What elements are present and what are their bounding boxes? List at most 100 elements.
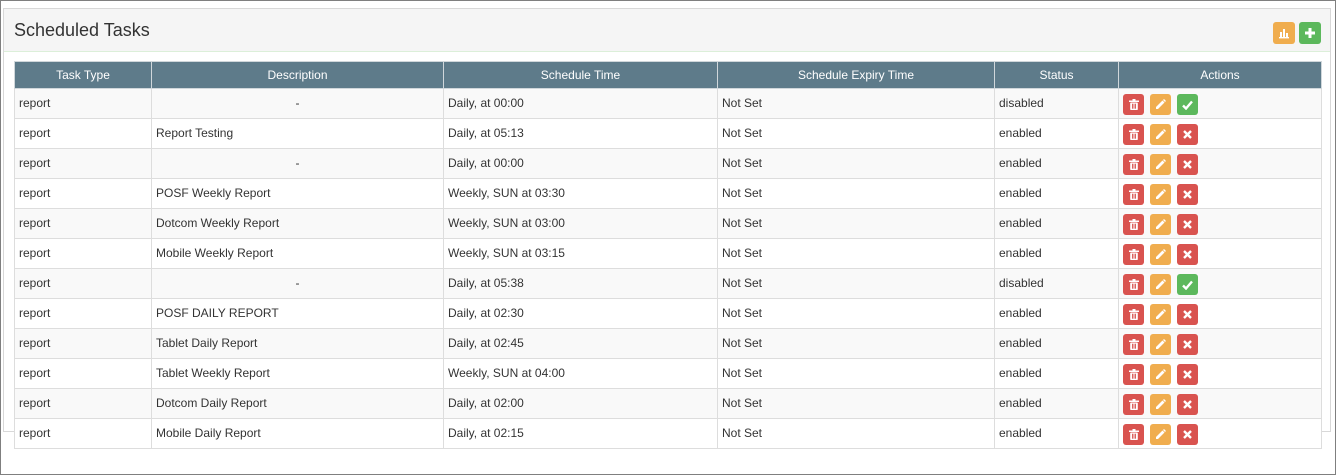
cell-actions [1118, 178, 1322, 209]
column-header-status[interactable]: Status [994, 61, 1119, 89]
cell-task-type: report [14, 328, 152, 359]
cell-description: Tablet Weekly Report [151, 358, 444, 389]
disable-task-button[interactable] [1177, 184, 1198, 205]
delete-task-button[interactable] [1123, 274, 1144, 295]
delete-task-button[interactable] [1123, 244, 1144, 265]
trash-icon [1128, 159, 1139, 170]
cell-schedule-expiry: Not Set [717, 238, 995, 269]
check-icon [1182, 280, 1193, 290]
edit-task-button[interactable] [1150, 154, 1171, 175]
delete-task-button[interactable] [1123, 124, 1144, 145]
x-icon [1183, 430, 1192, 439]
delete-task-button[interactable] [1123, 394, 1144, 415]
enable-task-button[interactable] [1177, 94, 1198, 115]
x-icon [1183, 340, 1192, 349]
cell-schedule-expiry: Not Set [717, 328, 995, 359]
cell-schedule-expiry: Not Set [717, 178, 995, 209]
disable-task-button[interactable] [1177, 214, 1198, 235]
edit-task-button[interactable] [1150, 394, 1171, 415]
delete-task-button[interactable] [1123, 334, 1144, 355]
cell-status: enabled [994, 238, 1119, 269]
trash-icon [1128, 369, 1139, 380]
table-body: report - Daily, at 00:00 Not Set disabled rep… [14, 88, 1322, 449]
cell-status: enabled [994, 178, 1119, 209]
disable-task-button[interactable] [1177, 124, 1198, 145]
delete-task-button[interactable] [1123, 364, 1144, 385]
tasks-table: Task Type Description Schedule Time Sche… [14, 61, 1322, 449]
cell-task-type: report [14, 298, 152, 329]
table-row: report - Daily, at 05:38 Not Set disabled [14, 268, 1322, 299]
table-row: report Dotcom Daily Report Daily, at 02:00… [14, 388, 1322, 419]
delete-task-button[interactable] [1123, 184, 1144, 205]
table-row: report - Daily, at 00:00 Not Set disabled [14, 88, 1322, 119]
trash-icon [1128, 279, 1139, 290]
cell-schedule-time: Weekly, SUN at 03:30 [443, 178, 718, 209]
cell-actions [1118, 118, 1322, 149]
cell-task-type: report [14, 358, 152, 389]
cell-actions [1118, 238, 1322, 269]
table-row: report Tablet Daily Report Daily, at 02:45… [14, 328, 1322, 359]
pencil-icon [1156, 249, 1166, 259]
delete-task-button[interactable] [1123, 94, 1144, 115]
cell-task-type: report [14, 118, 152, 149]
edit-task-button[interactable] [1150, 304, 1171, 325]
column-header-schedule-expiry-time[interactable]: Schedule Expiry Time [717, 61, 995, 89]
trash-icon [1128, 189, 1139, 200]
x-icon [1183, 400, 1192, 409]
cell-schedule-expiry: Not Set [717, 148, 995, 179]
column-header-description[interactable]: Description [151, 61, 444, 89]
cell-actions [1118, 418, 1322, 449]
cell-description: Report Testing [151, 118, 444, 149]
edit-task-button[interactable] [1150, 334, 1171, 355]
cell-schedule-expiry: Not Set [717, 118, 995, 149]
cell-task-type: report [14, 88, 152, 119]
delete-task-button[interactable] [1123, 424, 1144, 445]
edit-task-button[interactable] [1150, 424, 1171, 445]
column-header-task-type[interactable]: Task Type [14, 61, 152, 89]
table-row: report Mobile Daily Report Daily, at 02:15… [14, 418, 1322, 449]
table-row: report POSF DAILY REPORT Daily, at 02:30 No… [14, 298, 1322, 329]
cell-description: - [151, 268, 444, 299]
pencil-icon [1156, 219, 1166, 229]
table-row: report Tablet Weekly Report Weekly, SUN at… [14, 358, 1322, 389]
cell-schedule-time: Daily, at 02:45 [443, 328, 718, 359]
cell-status: enabled [994, 418, 1119, 449]
column-header-schedule-time[interactable]: Schedule Time [443, 61, 718, 89]
cell-description: Mobile Daily Report [151, 418, 444, 449]
column-header-actions: Actions [1118, 61, 1322, 89]
add-task-button[interactable] [1299, 22, 1321, 44]
cell-task-type: report [14, 178, 152, 209]
edit-task-button[interactable] [1150, 214, 1171, 235]
x-icon [1183, 250, 1192, 259]
cell-schedule-time: Daily, at 02:15 [443, 418, 718, 449]
pencil-icon [1156, 159, 1166, 169]
cell-status: enabled [994, 328, 1119, 359]
disable-task-button[interactable] [1177, 244, 1198, 265]
disable-task-button[interactable] [1177, 154, 1198, 175]
stats-button[interactable] [1273, 22, 1295, 44]
enable-task-button[interactable] [1177, 274, 1198, 295]
disable-task-button[interactable] [1177, 334, 1198, 355]
disable-task-button[interactable] [1177, 424, 1198, 445]
trash-icon [1128, 99, 1139, 110]
edit-task-button[interactable] [1150, 364, 1171, 385]
delete-task-button[interactable] [1123, 154, 1144, 175]
edit-task-button[interactable] [1150, 244, 1171, 265]
table-row: report - Daily, at 00:00 Not Set enabled [14, 148, 1322, 179]
edit-task-button[interactable] [1150, 94, 1171, 115]
table-row: report Report Testing Daily, at 05:13 Not S… [14, 118, 1322, 149]
cell-schedule-expiry: Not Set [717, 208, 995, 239]
x-icon [1183, 370, 1192, 379]
delete-task-button[interactable] [1123, 214, 1144, 235]
edit-task-button[interactable] [1150, 184, 1171, 205]
disable-task-button[interactable] [1177, 394, 1198, 415]
check-icon [1182, 100, 1193, 110]
cell-description: - [151, 88, 444, 119]
delete-task-button[interactable] [1123, 304, 1144, 325]
edit-task-button[interactable] [1150, 124, 1171, 145]
disable-task-button[interactable] [1177, 304, 1198, 325]
x-icon [1183, 160, 1192, 169]
edit-task-button[interactable] [1150, 274, 1171, 295]
disable-task-button[interactable] [1177, 364, 1198, 385]
cell-description: Tablet Daily Report [151, 328, 444, 359]
